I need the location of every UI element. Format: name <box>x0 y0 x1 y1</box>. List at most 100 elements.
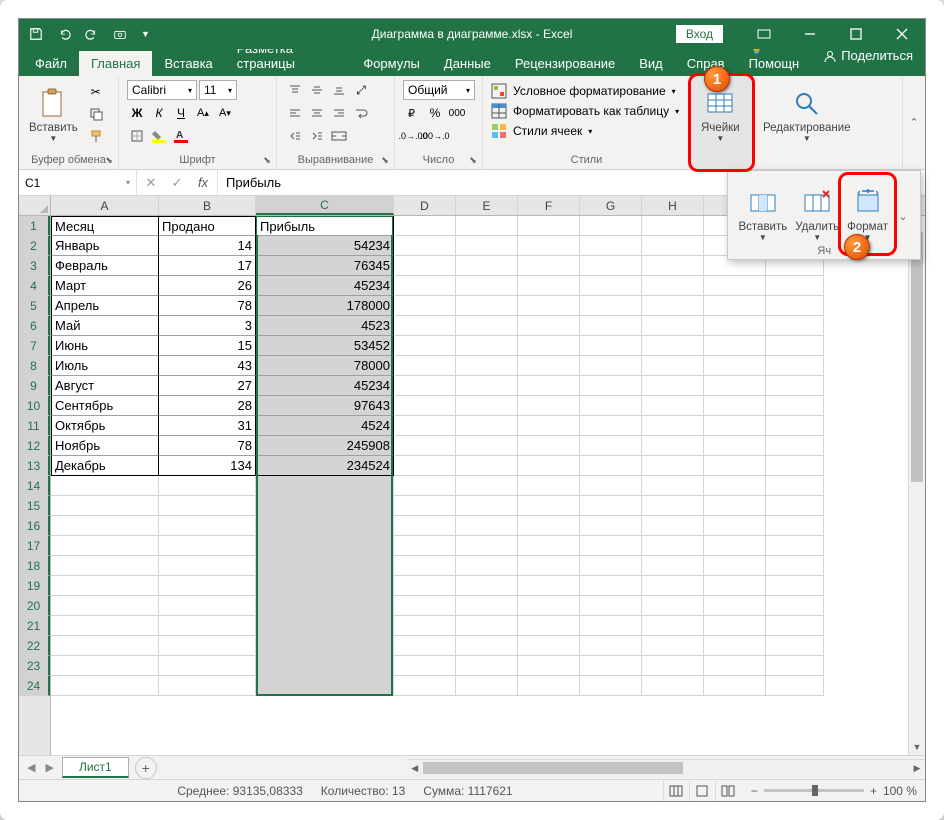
cell[interactable] <box>580 396 642 416</box>
cell[interactable] <box>766 276 824 296</box>
cell[interactable]: 245908 <box>256 436 394 456</box>
row-header[interactable]: 8 <box>19 356 50 376</box>
merge-icon[interactable] <box>329 126 349 146</box>
cell[interactable] <box>580 436 642 456</box>
cell[interactable] <box>766 436 824 456</box>
cell[interactable] <box>394 236 456 256</box>
cell[interactable] <box>394 496 456 516</box>
format-painter-icon[interactable] <box>86 126 106 146</box>
cell[interactable] <box>51 676 159 696</box>
cell[interactable] <box>704 456 766 476</box>
cell[interactable]: 3 <box>159 316 256 336</box>
cell[interactable] <box>394 256 456 276</box>
row-header[interactable]: 21 <box>19 616 50 636</box>
cell[interactable] <box>456 536 518 556</box>
borders-icon[interactable] <box>127 126 147 146</box>
cell[interactable]: 53452 <box>256 336 394 356</box>
cell[interactable] <box>456 356 518 376</box>
cell[interactable] <box>51 576 159 596</box>
cell[interactable] <box>580 656 642 676</box>
cell[interactable] <box>456 396 518 416</box>
cell[interactable]: 4523 <box>256 316 394 336</box>
camera-icon[interactable] <box>113 27 127 41</box>
tab-file[interactable]: Файл <box>23 51 79 76</box>
wrap-text-icon[interactable] <box>351 103 371 123</box>
page-break-view-icon[interactable] <box>715 781 741 801</box>
save-icon[interactable] <box>29 27 43 41</box>
cell[interactable] <box>766 356 824 376</box>
cell[interactable] <box>642 356 704 376</box>
login-button[interactable]: Вход <box>676 25 723 43</box>
redo-icon[interactable] <box>85 27 99 41</box>
row-header[interactable]: 24 <box>19 676 50 696</box>
cell[interactable] <box>642 456 704 476</box>
cell[interactable] <box>159 636 256 656</box>
cell[interactable] <box>642 516 704 536</box>
cell[interactable]: 78 <box>159 296 256 316</box>
cell[interactable] <box>394 476 456 496</box>
cell[interactable] <box>704 336 766 356</box>
normal-view-icon[interactable] <box>663 781 689 801</box>
column-header[interactable]: G <box>580 196 642 215</box>
cell[interactable] <box>394 416 456 436</box>
cell[interactable] <box>394 656 456 676</box>
column-header[interactable]: F <box>518 196 580 215</box>
cell[interactable] <box>456 596 518 616</box>
cell[interactable] <box>518 436 580 456</box>
row-header[interactable]: 22 <box>19 636 50 656</box>
row-header[interactable]: 1 <box>19 216 50 236</box>
cell[interactable]: 45234 <box>256 276 394 296</box>
grow-font-icon[interactable]: A▴ <box>193 103 213 123</box>
cell[interactable] <box>256 496 394 516</box>
cell[interactable] <box>256 576 394 596</box>
collapse-ribbon-icon[interactable]: ⌃ <box>903 76 925 169</box>
cell[interactable]: Месяц <box>51 216 159 236</box>
ribbon-display-icon[interactable] <box>741 19 787 49</box>
cell[interactable] <box>704 676 766 696</box>
cell[interactable] <box>642 276 704 296</box>
font-size-select[interactable]: 11▾ <box>199 80 237 100</box>
row-header[interactable]: 7 <box>19 336 50 356</box>
cell[interactable] <box>518 616 580 636</box>
cell[interactable]: Август <box>51 376 159 396</box>
cell[interactable] <box>456 456 518 476</box>
column-header[interactable]: H <box>642 196 704 215</box>
cell[interactable]: Февраль <box>51 256 159 276</box>
cell[interactable] <box>580 296 642 316</box>
cell[interactable] <box>394 556 456 576</box>
cell[interactable] <box>456 496 518 516</box>
cell[interactable] <box>159 536 256 556</box>
cell[interactable] <box>642 576 704 596</box>
copy-icon[interactable] <box>86 104 106 124</box>
row-header[interactable]: 6 <box>19 316 50 336</box>
cell[interactable] <box>518 256 580 276</box>
page-layout-view-icon[interactable] <box>689 781 715 801</box>
sheet-prev-icon[interactable]: ◀ <box>27 761 35 774</box>
cell[interactable] <box>580 556 642 576</box>
cell[interactable] <box>256 676 394 696</box>
column-header[interactable]: B <box>159 196 256 215</box>
cell[interactable] <box>518 296 580 316</box>
cell[interactable] <box>394 456 456 476</box>
cell[interactable] <box>51 556 159 576</box>
cell[interactable] <box>456 556 518 576</box>
cell[interactable] <box>704 636 766 656</box>
column-header[interactable]: C <box>256 196 394 215</box>
cell[interactable]: 78 <box>159 436 256 456</box>
cell[interactable] <box>704 656 766 676</box>
row-header[interactable]: 12 <box>19 436 50 456</box>
cell[interactable] <box>766 636 824 656</box>
cell[interactable] <box>51 616 159 636</box>
cell[interactable] <box>518 496 580 516</box>
cell[interactable] <box>256 536 394 556</box>
cell[interactable]: 31 <box>159 416 256 436</box>
cell[interactable] <box>580 236 642 256</box>
cell[interactable] <box>642 256 704 276</box>
row-header[interactable]: 5 <box>19 296 50 316</box>
cell[interactable] <box>159 576 256 596</box>
cell[interactable] <box>159 676 256 696</box>
row-header[interactable]: 17 <box>19 536 50 556</box>
row-header[interactable]: 10 <box>19 396 50 416</box>
undo-icon[interactable] <box>57 27 71 41</box>
clipboard-launcher-icon[interactable]: ⬊ <box>102 153 116 167</box>
